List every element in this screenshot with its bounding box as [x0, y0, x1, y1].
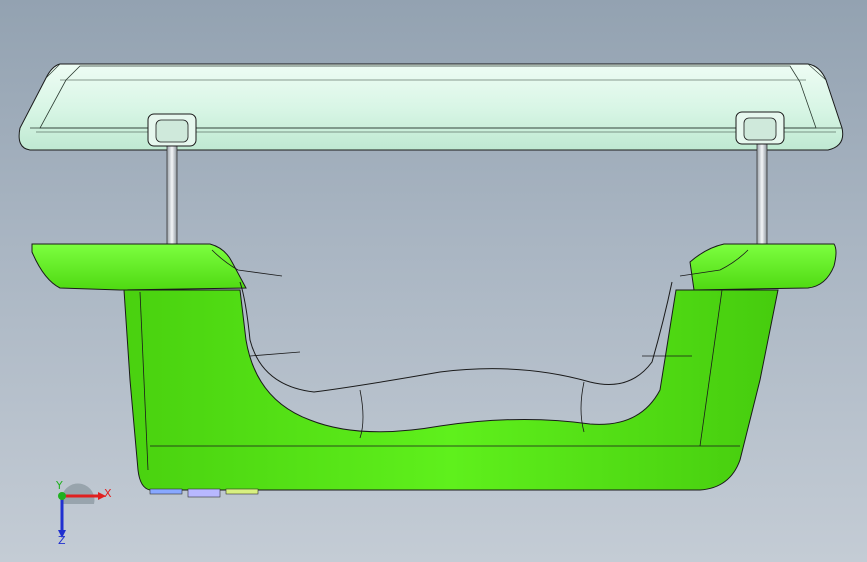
- mold-cover-plate[interactable]: [18, 63, 844, 151]
- handle-body[interactable]: [31, 243, 837, 498]
- cad-viewport[interactable]: [0, 0, 867, 562]
- y-axis-label: Y: [55, 479, 63, 492]
- x-axis-label: X: [104, 487, 112, 500]
- coordinate-triad: X Y Z: [55, 479, 112, 547]
- z-axis-label: Z: [58, 534, 66, 547]
